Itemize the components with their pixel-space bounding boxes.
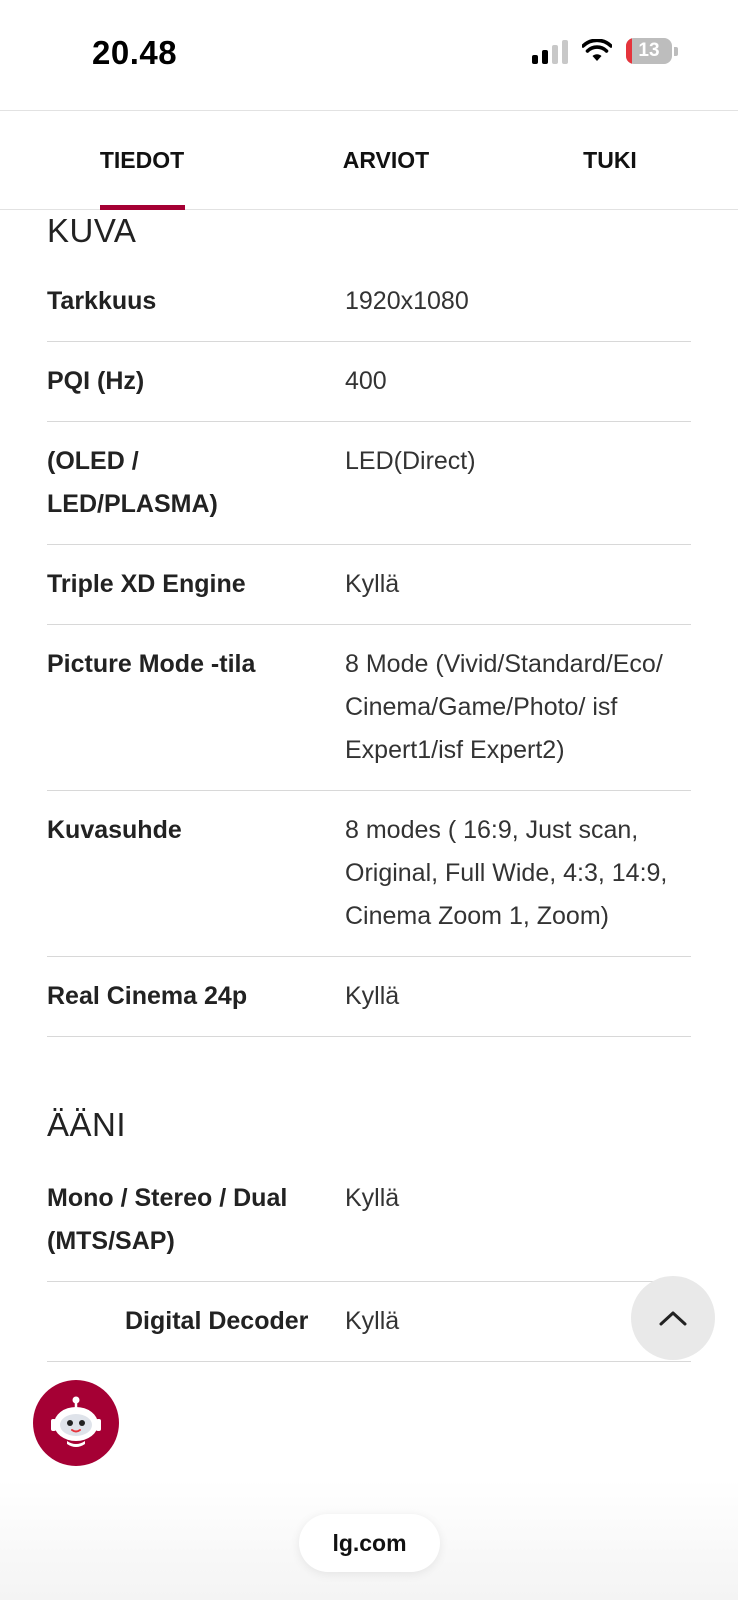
cellular-signal-icon — [532, 38, 568, 64]
spec-label: Real Cinema 24p — [47, 982, 248, 1010]
spec-value: 8 modes ( 16:9, Just scan, Original, Ful… — [345, 816, 668, 930]
spec-row: Triple XD Engine Kyllä — [47, 545, 691, 625]
spec-row: Real Cinema 24p Kyllä — [47, 957, 691, 1037]
spec-value: 1920x1080 — [345, 287, 469, 315]
spec-content: KUVA Tarkkuus 1920x1080 PQI (Hz) 400 (OL… — [47, 210, 691, 1362]
spec-value: 400 — [345, 367, 387, 395]
spec-label: Kuvasuhde — [47, 816, 182, 844]
battery-fill — [626, 38, 632, 64]
spec-row: Kuvasuhde 8 modes ( 16:9, Just scan, Ori… — [47, 791, 691, 957]
spec-label: Triple XD Engine — [47, 570, 246, 598]
spec-row: (OLED / LED/PLASMA) LED(Direct) — [47, 422, 691, 545]
url-bar[interactable]: lg.com — [299, 1514, 440, 1572]
status-bar: 20.48 13 — [0, 0, 738, 110]
tab-arviot[interactable]: ARVIOT — [336, 111, 436, 209]
status-icons: 13 — [532, 38, 678, 64]
battery-icon: 13 — [626, 38, 678, 64]
robot-icon — [51, 1396, 101, 1447]
spec-label: Tarkkuus — [47, 287, 157, 315]
spec-row: Tarkkuus 1920x1080 — [47, 266, 691, 342]
spec-value: Kyllä — [345, 570, 400, 598]
status-time: 20.48 — [92, 34, 178, 71]
chatbot-button[interactable] — [33, 1380, 119, 1466]
spec-value: 8 Mode (Vivid/Standard/Eco/ Cinema/Game/… — [345, 650, 663, 764]
chevron-up-icon — [659, 1311, 687, 1326]
spec-row: Mono / Stereo / Dual (MTS/SAP) Kyllä — [47, 1163, 691, 1282]
wifi-icon — [582, 39, 612, 61]
spec-row: Digital Decoder Kyllä — [47, 1282, 691, 1362]
spec-label: Mono / Stereo / Dual (MTS/SAP) — [47, 1184, 288, 1255]
spec-label: PQI (Hz) — [47, 367, 145, 395]
section-title-kuva: KUVA — [47, 212, 137, 249]
battery-level: 13 — [638, 40, 660, 61]
tab-bar: TIEDOT ARVIOT TUKI — [0, 110, 738, 210]
spec-label: (OLED / LED/PLASMA) — [47, 447, 218, 518]
tab-tiedot[interactable]: TIEDOT — [92, 111, 192, 209]
spec-value: Kyllä — [345, 1184, 400, 1212]
tab-tuki[interactable]: TUKI — [572, 111, 648, 209]
section-title-aani: ÄÄNI — [47, 1106, 127, 1143]
scroll-to-top-button[interactable] — [631, 1276, 715, 1360]
spec-label: Digital Decoder — [125, 1307, 309, 1335]
spec-value: Kyllä — [345, 982, 400, 1010]
spec-row: PQI (Hz) 400 — [47, 342, 691, 422]
spec-row: Picture Mode -tila 8 Mode (Vivid/Standar… — [47, 625, 691, 791]
spec-value: LED(Direct) — [345, 447, 476, 475]
spec-label: Picture Mode -tila — [47, 650, 256, 678]
